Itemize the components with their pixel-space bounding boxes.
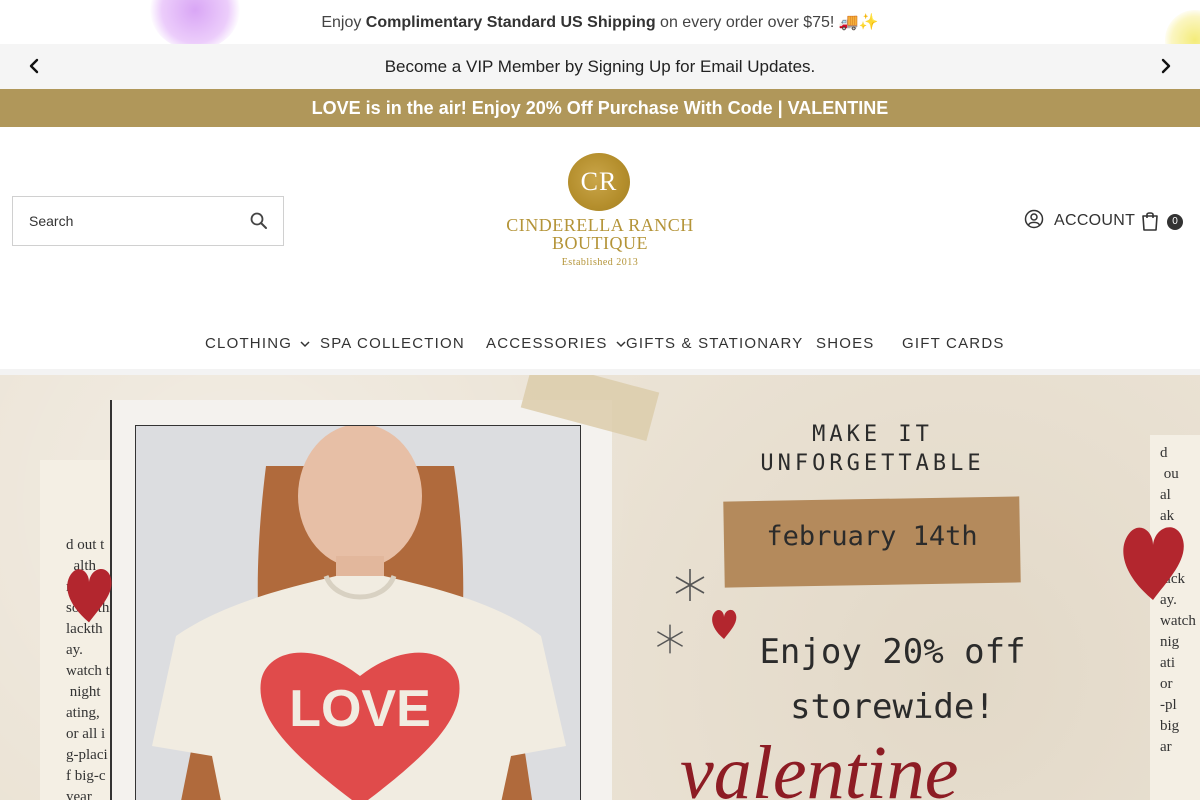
logo-monogram: CR: [580, 167, 618, 196]
hero-offer: Enjoy 20% off storewide!: [720, 625, 1065, 735]
nav-item-spa-collection[interactable]: SPA COLLECTION: [320, 330, 465, 356]
hero-headline: MAKE IT UNFORGETTABLE: [700, 420, 1045, 478]
hero-headline-line2: UNFORGETTABLE: [760, 451, 985, 476]
cart-count-badge: 0: [1167, 214, 1183, 230]
nav-item-label: GIFTS & STATIONARY: [626, 334, 804, 352]
sparkle-icon: [675, 569, 705, 601]
hero-offer-line1: Enjoy 20% off: [759, 632, 1026, 672]
nav-item-label: ACCESSORIES: [486, 334, 608, 352]
nav-item-label: SPA COLLECTION: [320, 334, 465, 352]
hero-headline-line1: MAKE IT: [812, 422, 933, 447]
script-lettering: valentine: [680, 740, 959, 800]
shopping-bag-icon: [1140, 210, 1160, 237]
search-input[interactable]: [13, 197, 243, 245]
shipping-highlight: Complimentary Standard US Shipping: [365, 14, 656, 31]
sparkle-icon: [657, 624, 683, 654]
logo-name-line2: BOUTIQUE: [552, 233, 648, 253]
logo-established: Established 2013: [561, 257, 639, 268]
site-logo[interactable]: CR CINDERELLA RANCH BOUTIQUE Established…: [495, 145, 705, 275]
search-form: [12, 196, 284, 246]
heart-icon: [1123, 527, 1184, 600]
hero-date: february 14th: [766, 521, 978, 552]
promo-message: LOVE is in the air! Enjoy 20% Off Purcha…: [311, 98, 889, 118]
main-navigation: CLOTHING SPA COLLECTION ACCESSORIES GIFT…: [0, 330, 1200, 356]
chevron-down-icon: [300, 335, 310, 352]
heart-icon: [67, 568, 112, 623]
nav-item-gift-cards[interactable]: GIFT CARDS: [902, 330, 1005, 356]
shipping-message: Enjoy Complimentary Standard US Shipping…: [321, 14, 879, 31]
hero-offer-line2: storewide!: [790, 687, 995, 727]
vip-signup-message[interactable]: Become a VIP Member by Signing Up for Em…: [0, 57, 1200, 77]
nav-item-shoes[interactable]: SHOES: [816, 330, 875, 356]
nav-item-clothing[interactable]: CLOTHING: [205, 330, 310, 356]
tshirt-print-text: LOVE: [289, 680, 431, 738]
account-link[interactable]: ACCOUNT: [1024, 209, 1136, 234]
search-icon[interactable]: [249, 211, 269, 231]
nav-item-label: CLOTHING: [205, 334, 293, 352]
script-text: valentine: [680, 740, 959, 800]
product-photo: LOVE: [135, 425, 581, 800]
nav-item-gifts-stationary[interactable]: GIFTS & STATIONARY: [626, 330, 803, 356]
account-label: ACCOUNT: [1054, 212, 1136, 229]
vip-announcement-bar: Become a VIP Member by Signing Up for Em…: [0, 44, 1200, 89]
hero-banner[interactable]: d out t alth me o somethi lackth ay. wat…: [0, 375, 1200, 800]
cart-button[interactable]: 0: [1140, 210, 1190, 232]
chevron-right-icon[interactable]: [1154, 54, 1178, 78]
nav-item-label: GIFT CARDS: [902, 334, 1005, 352]
shipping-announcement-bar: Enjoy Complimentary Standard US Shipping…: [0, 0, 1200, 44]
chevron-down-icon: [616, 335, 626, 352]
nav-item-label: SHOES: [816, 334, 875, 352]
user-circle-icon: [1024, 209, 1044, 234]
nav-item-accessories[interactable]: ACCESSORIES: [486, 330, 626, 356]
promo-banner: LOVE is in the air! Enjoy 20% Off Purcha…: [0, 89, 1200, 127]
